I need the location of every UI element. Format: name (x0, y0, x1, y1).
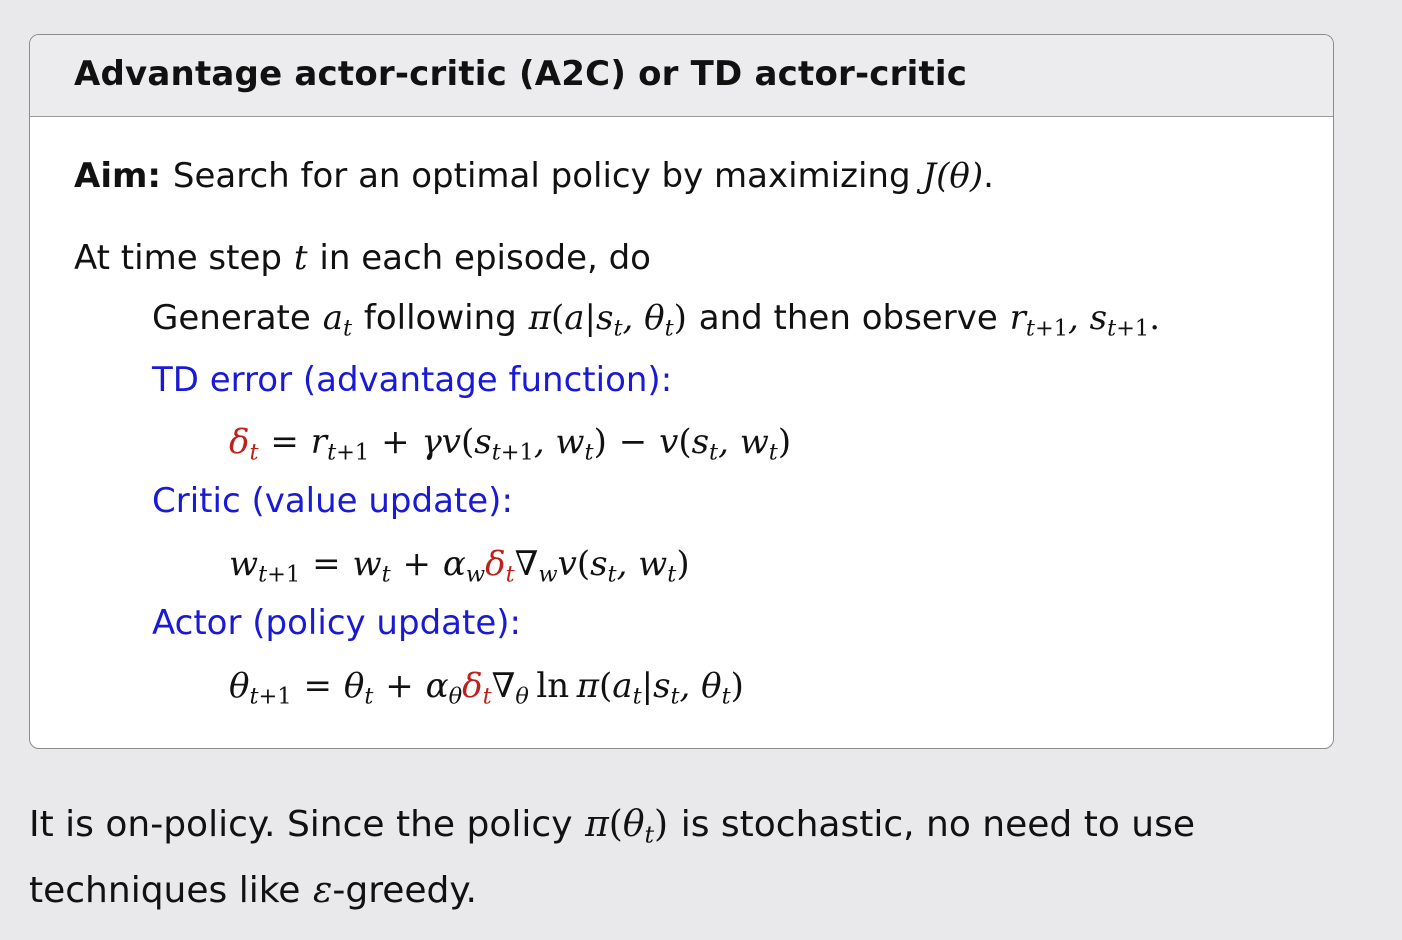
footer-line1-post: is stochastic, no need to use (680, 804, 1196, 845)
aim-line: Aim: Search for an optimal policy by maxi… (74, 159, 994, 193)
actor-label: Actor (policy update): (152, 603, 521, 643)
footer-line2-post: -greedy. (332, 870, 477, 911)
aim-label: Aim: (74, 156, 161, 196)
footer-line1-pre: It is on-policy. Since the policy (29, 804, 573, 845)
delta-symbol: δt (229, 422, 259, 466)
td-error-label: TD error (advantage function): (152, 360, 673, 400)
generate-pre: Generate (152, 298, 311, 338)
footer-line-2: techniques like ε-greedy. (29, 873, 477, 909)
footer-line2-pre: techniques like (29, 870, 301, 911)
aim-text: Search for an optimal policy by maximizi… (172, 156, 911, 196)
generate-action-math: at (322, 298, 352, 342)
policy-math: π(a|st, θt) (528, 298, 687, 342)
block-title: Advantage actor-critic (A2C) or TD actor… (74, 54, 968, 94)
critic-label: Critic (value update): (152, 481, 513, 521)
aim-math: J(θ) (922, 156, 984, 196)
generate-mid: following (363, 298, 517, 338)
footer-line-1: It is on-policy. Since the policy π(θt) is… (29, 804, 1196, 849)
algorithm-block: Advantage actor-critic (A2C) or TD actor… (29, 34, 1334, 749)
block-header: Advantage actor-critic (A2C) or TD actor… (30, 35, 1333, 117)
td-error-equation: δt = rt+1 + γv(st+1, wt) − v(st, wt) (229, 422, 792, 466)
observe-math: rt+1, st+1. (1009, 298, 1161, 342)
loop-pre: At time step (74, 238, 282, 278)
footer-policy-math: π(θt) (585, 804, 669, 849)
loop-post: in each episode, do (319, 238, 651, 278)
delta-symbol: δt (485, 544, 515, 588)
aim-end: . (983, 156, 994, 196)
actor-equation: θt+1 = θt + αθδt∇θ ln π(at|st, θt) (229, 666, 744, 710)
loop-var: t (293, 238, 308, 278)
epsilon-math: ε (313, 870, 333, 911)
generate-post: and then observe (698, 298, 998, 338)
delta-symbol: δt (462, 666, 492, 710)
critic-equation: wt+1 = wt + αwδt∇wv(st, wt) (229, 544, 690, 588)
loop-line: At time step t in each episode, do (74, 241, 651, 275)
generate-line: Generate at following π(a|st, θt) and then o… (152, 298, 1161, 342)
